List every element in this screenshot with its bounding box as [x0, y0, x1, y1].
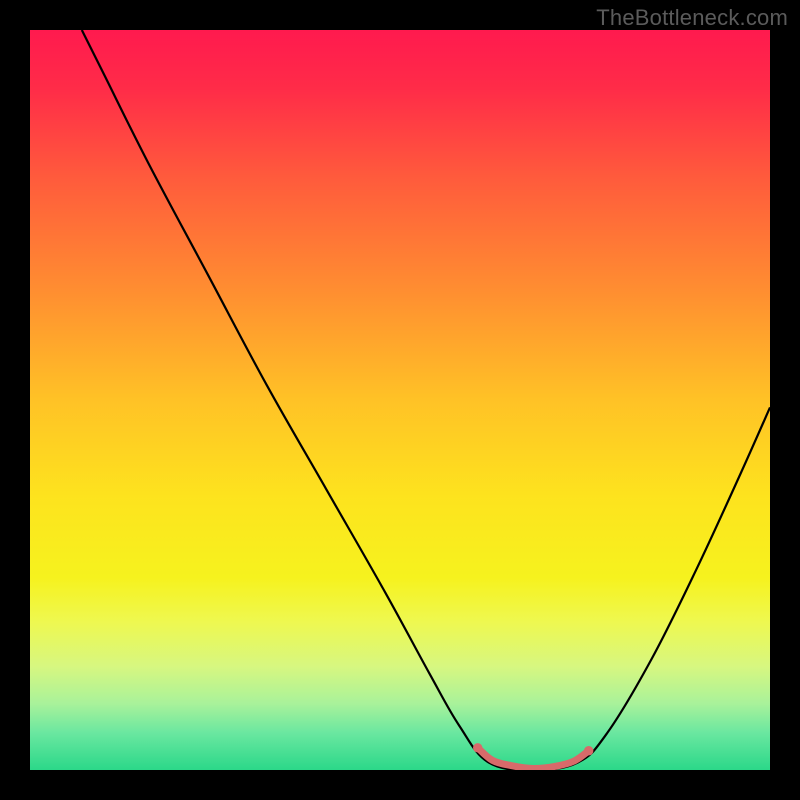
chart-frame [30, 30, 770, 770]
watermark-text: TheBottleneck.com [596, 5, 788, 31]
chart-background-gradient [30, 30, 770, 770]
optimal-band-dot [473, 743, 482, 752]
optimal-band-dot [584, 746, 593, 755]
bottleneck-chart [30, 30, 770, 770]
